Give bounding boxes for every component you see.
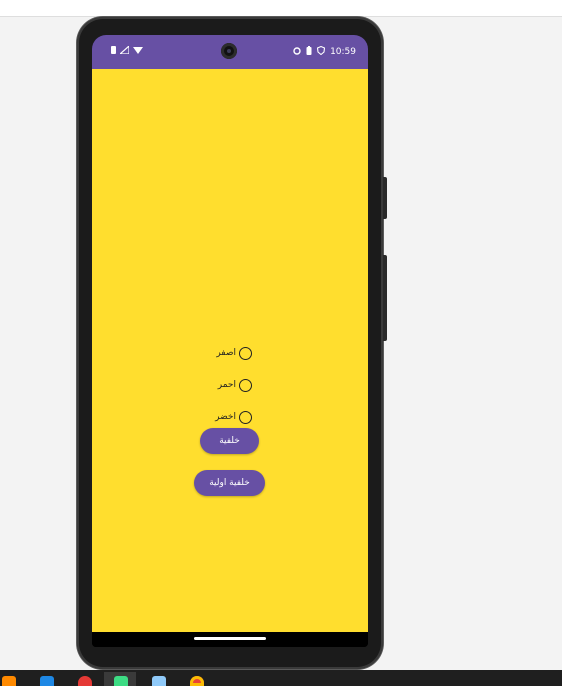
notification-icon: [111, 46, 116, 57]
radio-label: اصفر: [216, 348, 236, 358]
phone-screen: 10:59 اصفر احمر اخضر خلفية خلفية اولية: [92, 35, 368, 647]
volume-button[interactable]: [383, 255, 387, 341]
signal-icon: [118, 44, 130, 57]
shield-icon: [316, 45, 326, 58]
windows-taskbar: [0, 670, 562, 686]
radio-option-yellow[interactable]: اصفر: [192, 344, 252, 362]
status-bar: 10:59: [92, 35, 368, 69]
phone-emulator-frame: 10:59 اصفر احمر اخضر خلفية خلفية اولية: [77, 17, 387, 669]
background-button[interactable]: خلفية: [200, 428, 259, 454]
firefox-icon[interactable]: [2, 676, 16, 686]
clock: 10:59: [330, 47, 356, 57]
radio-button[interactable]: [239, 410, 252, 424]
mail-icon[interactable]: [40, 676, 54, 686]
battery-saver-icon: [306, 46, 312, 58]
radio-option-green[interactable]: اخضر: [192, 408, 252, 426]
power-button[interactable]: [383, 177, 387, 219]
host-window-titlebar: [0, 0, 562, 17]
radio-label: اخضر: [215, 412, 236, 422]
sync-icon: [293, 46, 301, 58]
notepad-icon[interactable]: [152, 676, 166, 686]
wifi-icon: [133, 46, 143, 57]
opera-icon[interactable]: [78, 676, 92, 686]
app-content: اصفر احمر اخضر خلفية خلفية اولية: [92, 69, 368, 632]
camera-cutout: [221, 43, 237, 59]
navigation-bar: [92, 632, 368, 647]
home-gesture-handle[interactable]: [194, 637, 266, 640]
chrome-icon[interactable]: [190, 676, 204, 686]
android-studio-icon[interactable]: [114, 676, 128, 686]
radio-option-red[interactable]: احمر: [192, 376, 252, 394]
radio-button[interactable]: [239, 378, 252, 392]
initial-background-button[interactable]: خلفية اولية: [194, 470, 265, 496]
radio-button[interactable]: [239, 346, 252, 360]
radio-label: احمر: [217, 380, 236, 390]
